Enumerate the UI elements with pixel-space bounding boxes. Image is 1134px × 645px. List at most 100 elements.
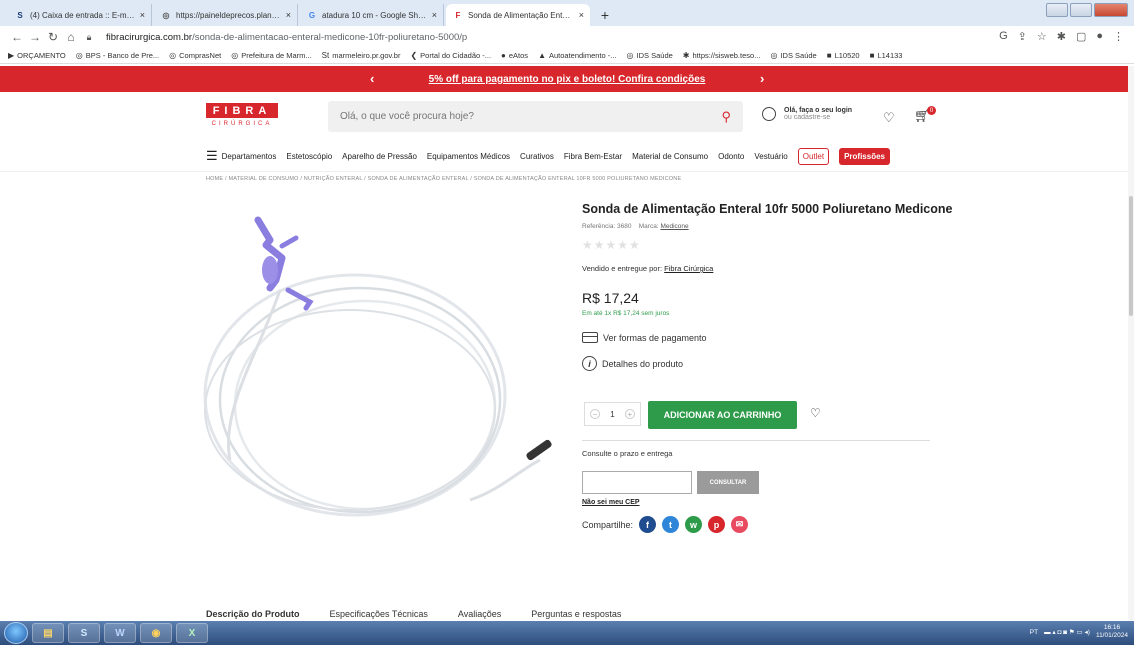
minimize-button[interactable] — [1046, 3, 1068, 17]
quantity-value[interactable]: 1 — [610, 410, 614, 419]
language-indicator[interactable]: PT — [1030, 629, 1038, 636]
clock[interactable]: 16:16 11/01/2024 — [1096, 624, 1128, 640]
browser-tab[interactable]: Gatadura 10 cm - Google Shoppin × — [300, 4, 444, 26]
page-scrollbar[interactable] — [1128, 66, 1134, 620]
taskbar-chrome-icon[interactable]: ◉ — [140, 623, 172, 643]
start-button[interactable] — [4, 622, 28, 644]
promo-link[interactable]: 5% off para pagamento no pix e boleto! C… — [429, 74, 706, 85]
product-image — [203, 216, 552, 517]
extensions-icon[interactable]: ✱ — [1057, 30, 1066, 43]
star-icon[interactable]: ☆ — [1037, 30, 1047, 43]
taskbar-explorer-icon[interactable]: ▤ — [32, 623, 64, 643]
bookmark-item[interactable]: ▶ ORÇAMENTO — [8, 51, 66, 60]
sidepanel-icon[interactable]: ▢ — [1076, 30, 1086, 43]
bookmark-item[interactable]: ❮ Portal do Cidadão -... — [410, 51, 491, 60]
taskbar-excel-icon[interactable]: X — [176, 623, 208, 643]
taskbar-skype-icon[interactable]: S — [68, 623, 100, 643]
bookmark-item[interactable]: ◎ ComprasNet — [169, 51, 221, 60]
url-field[interactable]: fibracirurgica.com.br/sonda-de-alimentac… — [106, 32, 467, 43]
close-tab-icon[interactable]: × — [286, 10, 291, 20]
new-tab-button[interactable]: + — [596, 6, 614, 24]
payment-options-link[interactable]: Ver formas de pagamento — [582, 332, 707, 343]
brand-link[interactable]: Medicone — [660, 223, 688, 230]
bookmark-item[interactable]: ✱ https://sisweb.teso... — [683, 51, 761, 60]
bookmark-item[interactable]: ▲ Autoatendimento -... — [538, 51, 616, 60]
product-details-link[interactable]: i Detalhes do produto — [582, 356, 683, 371]
description-tab[interactable]: Perguntas e respostas — [531, 609, 621, 619]
quantity-increase-button[interactable]: + — [624, 409, 635, 419]
search-input[interactable] — [340, 111, 722, 122]
shipping-label: Consulte o prazo e entrega — [582, 449, 673, 458]
share-facebook-icon[interactable]: f — [639, 516, 657, 533]
cep-input[interactable] — [582, 471, 692, 494]
bookmark-icon: ■ — [869, 51, 875, 60]
share-email-icon[interactable]: ✉ — [731, 516, 749, 533]
share-icon[interactable]: ⇪ — [1018, 30, 1027, 43]
close-tab-icon[interactable]: × — [579, 10, 584, 20]
hamburger-icon[interactable]: ☰ — [206, 148, 218, 164]
description-tab[interactable]: Descrição do Produto — [206, 609, 300, 619]
home-icon[interactable]: ⌂ — [62, 30, 80, 44]
taskbar-word-icon[interactable]: W — [104, 623, 136, 643]
tray-icons[interactable]: ▬ ▴ ◘ ◙ ⚑ ▭ ◂) — [1044, 628, 1090, 636]
share-twitter-icon[interactable]: t — [662, 516, 680, 533]
menu-item[interactable]: Vestuário — [754, 152, 787, 161]
menu-item[interactable]: Odonto — [718, 152, 744, 161]
google-icon[interactable]: G — [999, 30, 1008, 43]
bookmarks-bar: ▶ ORÇAMENTO ◎ BPS - Banco de Pre... ◎ Compras… — [0, 48, 1134, 64]
add-to-wishlist-icon[interactable]: ♡ — [810, 406, 821, 420]
installments: Em até 1x R$ 17,24 sem juros — [582, 310, 670, 317]
menu-departamentos[interactable]: Departamentos — [222, 152, 277, 161]
menu-outlet[interactable]: Outlet — [797, 147, 830, 165]
taskbar: ▤ S W ◉ X PT ▬ ▴ ◘ ◙ ⚑ ▭ ◂) 16:16 11/01/… — [0, 621, 1134, 645]
store-logo[interactable]: FIBRA CIRÚRGICA — [206, 103, 278, 127]
menu-item[interactable]: Curativos — [520, 152, 554, 161]
lock-icon[interactable]: 🔒︎ — [80, 32, 98, 43]
wishlist-icon[interactable]: ♡ — [883, 110, 895, 126]
bookmark-item[interactable]: ◎ Prefeitura de Marm... — [231, 51, 311, 60]
login-link[interactable]: Olá, faça o seu login ou cadastre-se — [762, 107, 852, 121]
profile-icon[interactable]: ● — [1096, 30, 1103, 43]
forward-icon[interactable]: → — [26, 30, 44, 44]
close-window-button[interactable] — [1094, 3, 1128, 17]
browser-tab[interactable]: F Sonda de Alimentação Enteral M × — [446, 4, 590, 26]
system-tray: PT ▬ ▴ ◘ ◙ ⚑ ▭ ◂) 16:16 11/01/2024 — [1030, 624, 1128, 640]
reload-icon[interactable]: ↻ — [44, 30, 62, 44]
menu-item[interactable]: Estetoscópio — [286, 152, 332, 161]
share-whatsapp-icon[interactable]: w — [685, 516, 703, 533]
back-icon[interactable]: ← — [8, 30, 26, 44]
close-tab-icon[interactable]: × — [140, 10, 145, 20]
bookmark-label: Portal do Cidadão -... — [420, 51, 492, 60]
bookmark-item[interactable]: ◎ IDS Saúde — [627, 51, 673, 60]
search-icon[interactable]: ⚲ — [721, 109, 731, 125]
share-pinterest-icon[interactable]: p — [708, 516, 726, 533]
scrollbar-thumb[interactable] — [1129, 196, 1133, 316]
menu-profissoes[interactable]: Profissões — [839, 147, 890, 165]
menu-item[interactable]: Fibra Bem-Estar — [564, 152, 622, 161]
description-tab[interactable]: Avaliações — [458, 609, 501, 619]
dont-know-cep-link[interactable]: Não sei meu CEP — [582, 499, 640, 506]
bookmark-label: BPS - Banco de Pre... — [85, 51, 160, 60]
menu-item[interactable]: Equipamentos Médicos — [427, 152, 510, 161]
menu-item[interactable]: Aparelho de Pressão — [342, 152, 417, 161]
menu-item[interactable]: Material de Consumo — [632, 152, 708, 161]
quantity-decrease-button[interactable]: − — [590, 409, 601, 419]
menu-icon[interactable]: ⋮ — [1113, 30, 1124, 43]
bookmark-item[interactable]: ■ L10520 — [827, 51, 860, 60]
promo-prev-icon[interactable]: ‹ — [370, 71, 374, 86]
browser-tab[interactable]: ◎ https://paineldeprecos.planejam × — [154, 4, 298, 26]
maximize-button[interactable] — [1070, 3, 1092, 17]
bookmark-item[interactable]: ● eAtos — [501, 51, 528, 60]
promo-next-icon[interactable]: › — [760, 71, 764, 86]
add-to-cart-button[interactable]: ADICIONAR AO CARRINHO — [648, 401, 797, 429]
seller-link[interactable]: Fibra Cirúrgica — [664, 264, 713, 273]
bookmark-label: https://sisweb.teso... — [692, 51, 761, 60]
bookmark-item[interactable]: St marmeleiro.pr.gov.br — [322, 51, 401, 60]
consult-shipping-button[interactable]: CONSULTAR — [697, 471, 759, 494]
bookmark-item[interactable]: ◎ IDS Saúde — [770, 51, 816, 60]
bookmark-item[interactable]: ■ L14133 — [870, 51, 903, 60]
description-tab[interactable]: Especificações Técnicas — [330, 609, 428, 619]
bookmark-item[interactable]: ◎ BPS - Banco de Pre... — [76, 51, 159, 60]
close-tab-icon[interactable]: × — [432, 10, 437, 20]
browser-tab[interactable]: S (4) Caixa de entrada :: E-mail - m × — [8, 4, 152, 26]
